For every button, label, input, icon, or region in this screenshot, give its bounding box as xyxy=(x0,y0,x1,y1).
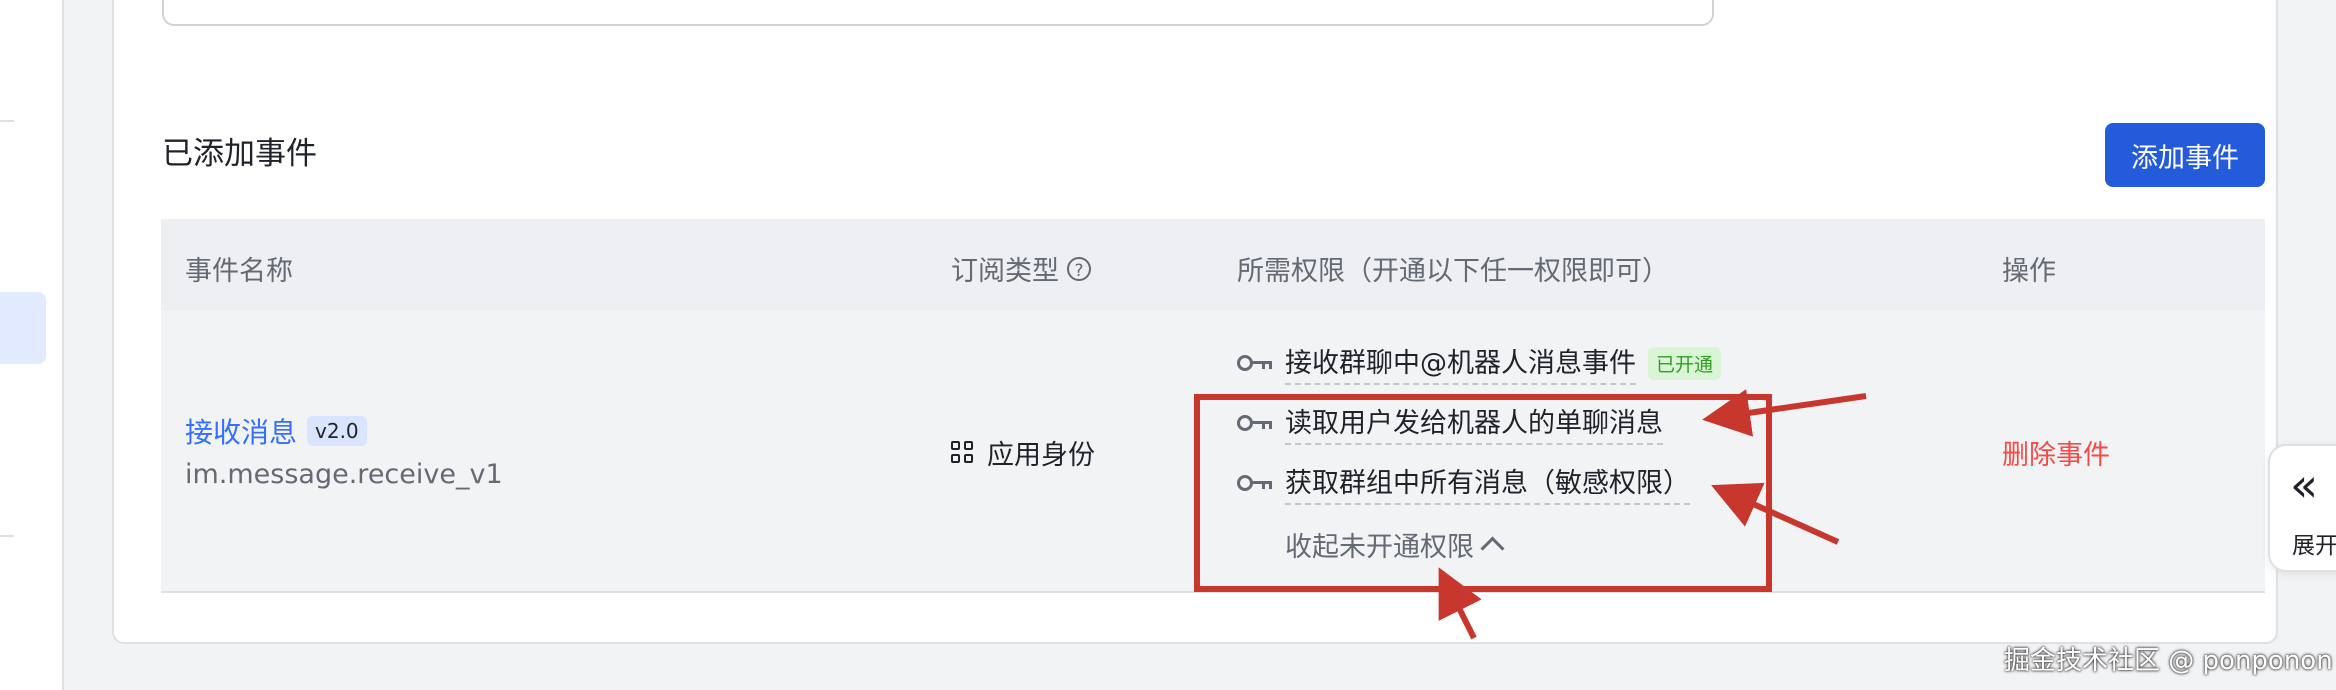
double-chevron-left-icon: « xyxy=(2290,458,2319,512)
annotation-arrow xyxy=(1702,389,1867,437)
expand-label: 展开 xyxy=(2292,533,2336,559)
annotation-arrow xyxy=(1711,482,1840,545)
annotation-arrow xyxy=(1438,567,1482,640)
expand-panel-tab[interactable]: « 展开 xyxy=(2268,444,2336,572)
annotation-arrows xyxy=(1438,389,1867,640)
watermark: 掘金技术社区 @ ponponon xyxy=(2004,646,2333,676)
